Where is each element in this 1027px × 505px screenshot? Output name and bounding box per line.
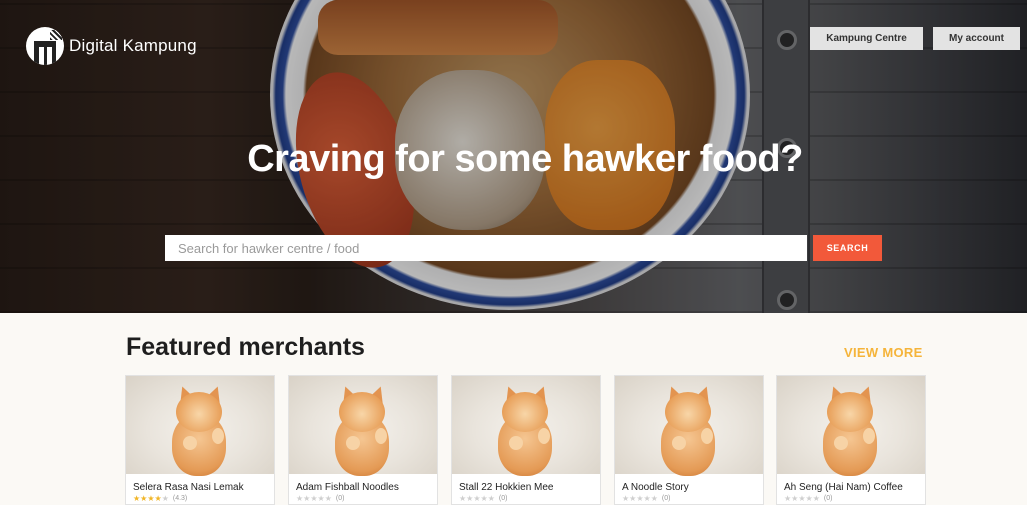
rating-count: (4.3) <box>172 495 188 502</box>
rating-count: (0) <box>498 495 508 502</box>
star-rating-icon: ★★★★★ <box>784 494 820 503</box>
merchant-card[interactable]: Stall 22 Hokkien Mee ★★★★★ (0) <box>451 375 601 505</box>
brand-logo[interactable]: Digital Kampung <box>26 27 197 65</box>
merchant-name: Adam Fishball Noodles <box>296 482 399 493</box>
logo-icon <box>26 27 64 65</box>
star-rating-icon: ★★★★★ <box>133 494 169 503</box>
my-account-button[interactable]: My account <box>933 27 1020 50</box>
merchant-rating: ★★★★★ (4.3) <box>133 494 187 503</box>
merchant-card[interactable]: Selera Rasa Nasi Lemak ★★★★★ (4.3) <box>125 375 275 505</box>
search-input[interactable] <box>165 235 807 261</box>
merchant-rating: ★★★★★ (0) <box>296 494 344 503</box>
merchant-name: Selera Rasa Nasi Lemak <box>133 482 244 493</box>
merchant-image <box>615 376 763 476</box>
merchant-image <box>289 376 437 476</box>
kampung-centre-button[interactable]: Kampung Centre <box>810 27 923 50</box>
view-more-link[interactable]: VIEW MORE <box>844 345 923 360</box>
merchant-name: A Noodle Story <box>622 482 689 493</box>
merchant-rating: ★★★★★ (0) <box>784 494 832 503</box>
star-rating-icon: ★★★★★ <box>296 494 332 503</box>
star-rating-icon: ★★★★★ <box>459 494 495 503</box>
merchant-image <box>777 376 925 476</box>
rating-count: (0) <box>335 495 345 502</box>
star-rating-icon: ★★★★★ <box>622 494 658 503</box>
merchant-card[interactable]: Adam Fishball Noodles ★★★★★ (0) <box>288 375 438 505</box>
brand-name: Digital Kampung <box>69 36 197 55</box>
merchant-rating: ★★★★★ (0) <box>459 494 507 503</box>
merchant-image <box>452 376 600 476</box>
rating-count: (0) <box>823 495 833 502</box>
rating-count: (0) <box>661 495 671 502</box>
search-button[interactable]: SEARCH <box>813 235 882 261</box>
merchant-card[interactable]: Ah Seng (Hai Nam) Coffee ★★★★★ (0) <box>776 375 926 505</box>
merchant-card[interactable]: A Noodle Story ★★★★★ (0) <box>614 375 764 505</box>
merchant-name: Stall 22 Hokkien Mee <box>459 482 554 493</box>
hero-headline: Craving for some hawker food? <box>247 138 803 180</box>
section-title: Featured merchants <box>126 333 365 361</box>
hero-banner: Digital Kampung Kampung Centre My accoun… <box>0 0 1027 313</box>
merchant-list: Selera Rasa Nasi Lemak ★★★★★ (4.3) Adam … <box>125 375 926 505</box>
merchant-image <box>126 376 274 476</box>
merchant-rating: ★★★★★ (0) <box>622 494 670 503</box>
merchant-name: Ah Seng (Hai Nam) Coffee <box>784 482 903 493</box>
